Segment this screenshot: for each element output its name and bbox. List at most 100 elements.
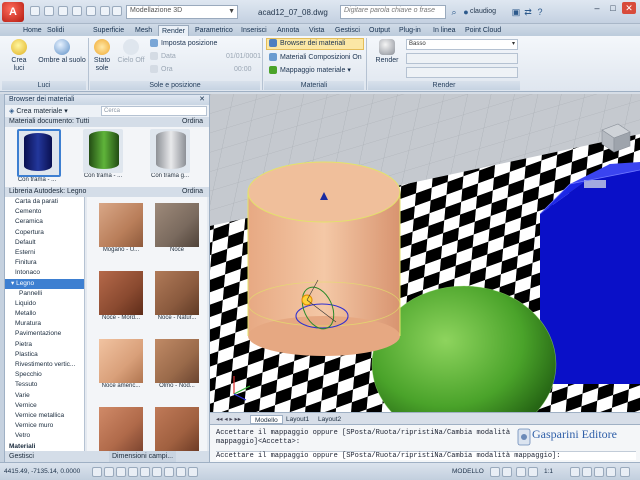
exchange-icon[interactable]: ⇄ xyxy=(522,6,534,18)
tree-item[interactable]: Liquido xyxy=(5,299,84,309)
panel-title-luci[interactable]: Luci xyxy=(2,81,86,90)
open-file-icon[interactable] xyxy=(44,6,54,16)
tree-item[interactable]: Vernice muro xyxy=(5,421,84,431)
ortho-icon[interactable] xyxy=(128,467,138,477)
panel-title-sole[interactable]: Sole e posizione xyxy=(90,81,260,90)
tab-home[interactable]: Home xyxy=(20,25,45,36)
tab-layout1[interactable]: Layout1 xyxy=(282,415,313,424)
tree-item[interactable]: Vetro xyxy=(5,431,84,441)
doc-material-tile[interactable]: Con trama - ... xyxy=(79,129,127,179)
tab-render[interactable]: Render xyxy=(158,25,189,36)
polar-icon[interactable] xyxy=(140,467,150,477)
tab-mesh[interactable]: Mesh xyxy=(132,25,155,36)
user-name[interactable]: claudiog xyxy=(470,8,496,15)
panel-title-render[interactable]: Render xyxy=(368,81,520,90)
annotation-scale[interactable]: 1:1 xyxy=(544,468,553,475)
minimize-button[interactable]: – xyxy=(590,2,604,14)
tree-item[interactable]: Muratura xyxy=(5,319,84,329)
tab-point-cloud[interactable]: Point Cloud xyxy=(462,25,504,36)
clean-screen-icon[interactable] xyxy=(620,467,630,477)
library-material-tile[interactable]: Noce americ... xyxy=(93,339,149,389)
infer-constraints-icon[interactable] xyxy=(92,467,102,477)
new-file-icon[interactable] xyxy=(30,6,40,16)
pan-icon[interactable] xyxy=(516,467,526,477)
tree-item[interactable]: Rivestimento vertic... xyxy=(5,360,84,370)
sort-dropdown[interactable]: Ordina xyxy=(182,117,203,127)
search-input[interactable]: Digitare parola chiave o frase xyxy=(340,5,446,19)
drawing-viewport[interactable] xyxy=(210,94,640,412)
library-material-tile[interactable] xyxy=(93,407,149,451)
quick-view-drawings-icon[interactable] xyxy=(502,467,512,477)
zoom-icon[interactable] xyxy=(528,467,538,477)
doc-material-tile[interactable]: Con trama - ... xyxy=(13,129,61,183)
tab-inserisci[interactable]: Inserisci xyxy=(238,25,270,36)
osnap-icon[interactable] xyxy=(152,467,162,477)
model-space-label[interactable]: MODELLO xyxy=(452,468,484,475)
panel-title-materiali[interactable]: Materiali xyxy=(264,81,364,90)
composizioni-button[interactable]: Materiali Composizioni On xyxy=(266,53,364,63)
crea-materiale-button[interactable]: ◈ Crea materiale ▾ xyxy=(9,107,68,115)
binoculars-icon[interactable]: ⌕ xyxy=(448,6,460,18)
tree-item[interactable]: Finitura xyxy=(5,258,84,268)
command-input[interactable]: Accettare il mappaggio oppure [SPosta/Ru… xyxy=(216,451,636,460)
plot-icon[interactable] xyxy=(86,6,96,16)
library-material-tile[interactable] xyxy=(149,407,205,451)
tab-parametrico[interactable]: Parametrico xyxy=(192,25,236,36)
tree-item[interactable]: Intonaco xyxy=(5,268,84,278)
tree-item[interactable]: Esterni xyxy=(5,248,84,258)
tree-item[interactable]: Pannelli xyxy=(5,289,84,299)
tree-item[interactable]: Default xyxy=(5,238,84,248)
tree-item[interactable]: Specchio xyxy=(5,370,84,380)
render-button[interactable]: Render xyxy=(370,39,404,65)
tree-item[interactable]: Vernice xyxy=(5,401,84,411)
data-row[interactable]: Data 01/01/0001 xyxy=(150,52,261,62)
tab-in-linea[interactable]: In linea xyxy=(430,25,459,36)
swatch-size-button[interactable]: Dimensioni campi... xyxy=(109,451,177,462)
browser-materiali-button[interactable]: Browser dei materiali xyxy=(266,38,364,50)
ombre-suolo-button[interactable]: Ombre al suolo xyxy=(34,39,90,65)
tree-item[interactable]: Vernice metallica xyxy=(5,411,84,421)
maximize-button[interactable]: □ xyxy=(606,2,620,14)
tree-item[interactable]: Materiali xyxy=(5,442,84,452)
otrack-icon[interactable] xyxy=(164,467,174,477)
tab-gestisci[interactable]: Gestisci xyxy=(332,25,363,36)
render-quality-dropdown[interactable]: Basso ▾ xyxy=(406,39,518,50)
library-sort-dropdown[interactable]: Ordina xyxy=(182,187,203,197)
library-material-tile[interactable]: Noce - Mord... xyxy=(93,271,149,321)
wood-cylinder[interactable] xyxy=(247,161,401,356)
lock-icon[interactable] xyxy=(594,467,604,477)
palette-search-input[interactable]: Cerca xyxy=(101,106,207,116)
save-as-icon[interactable] xyxy=(72,6,82,16)
snap-icon[interactable] xyxy=(104,467,114,477)
doc-materials-header[interactable]: Materiali documento: Tutti Ordina xyxy=(5,117,209,127)
render-environment[interactable] xyxy=(406,67,518,78)
render-output-size[interactable] xyxy=(406,53,518,64)
tree-item[interactable]: Pietra xyxy=(5,340,84,350)
library-material-tile[interactable]: Mogano - U... xyxy=(93,203,149,253)
quick-view-layouts-icon[interactable] xyxy=(490,467,500,477)
library-material-tile[interactable]: Olmo - Nod... xyxy=(149,339,205,389)
tree-item[interactable]: Tessuto xyxy=(5,380,84,390)
isolate-objects-icon[interactable] xyxy=(606,467,616,477)
tree-item-selected[interactable]: ▾ Legno xyxy=(5,278,84,289)
tab-annota[interactable]: Annota xyxy=(274,25,302,36)
workspace-switch-icon[interactable] xyxy=(582,467,592,477)
cielo-off-button[interactable]: Cielo Off xyxy=(116,39,146,65)
tab-layout2[interactable]: Layout2 xyxy=(314,415,345,424)
tree-item[interactable]: Varie xyxy=(5,391,84,401)
imposta-posizione-button[interactable]: Imposta posizione xyxy=(150,39,260,49)
crea-luci-button[interactable]: Crea luci xyxy=(4,39,34,73)
undo-icon[interactable] xyxy=(100,6,110,16)
application-menu-button[interactable]: A xyxy=(2,2,24,22)
ora-row[interactable]: Ora 00:00 xyxy=(150,65,260,75)
save-icon[interactable] xyxy=(58,6,68,16)
mappaggio-button[interactable]: Mappaggio materiale ▾ xyxy=(266,66,364,76)
grid-icon[interactable] xyxy=(116,467,126,477)
close-icon[interactable]: ✕ xyxy=(199,95,205,105)
tab-modello[interactable]: Modello xyxy=(250,415,283,424)
tree-item[interactable]: Cemento xyxy=(5,207,84,217)
tree-item[interactable]: Metallo xyxy=(5,309,84,319)
palette-header[interactable]: Browser dei materiali ✕ xyxy=(5,95,209,105)
cart-icon[interactable]: ▣ xyxy=(510,6,522,18)
tab-superficie[interactable]: Superficie xyxy=(90,25,127,36)
